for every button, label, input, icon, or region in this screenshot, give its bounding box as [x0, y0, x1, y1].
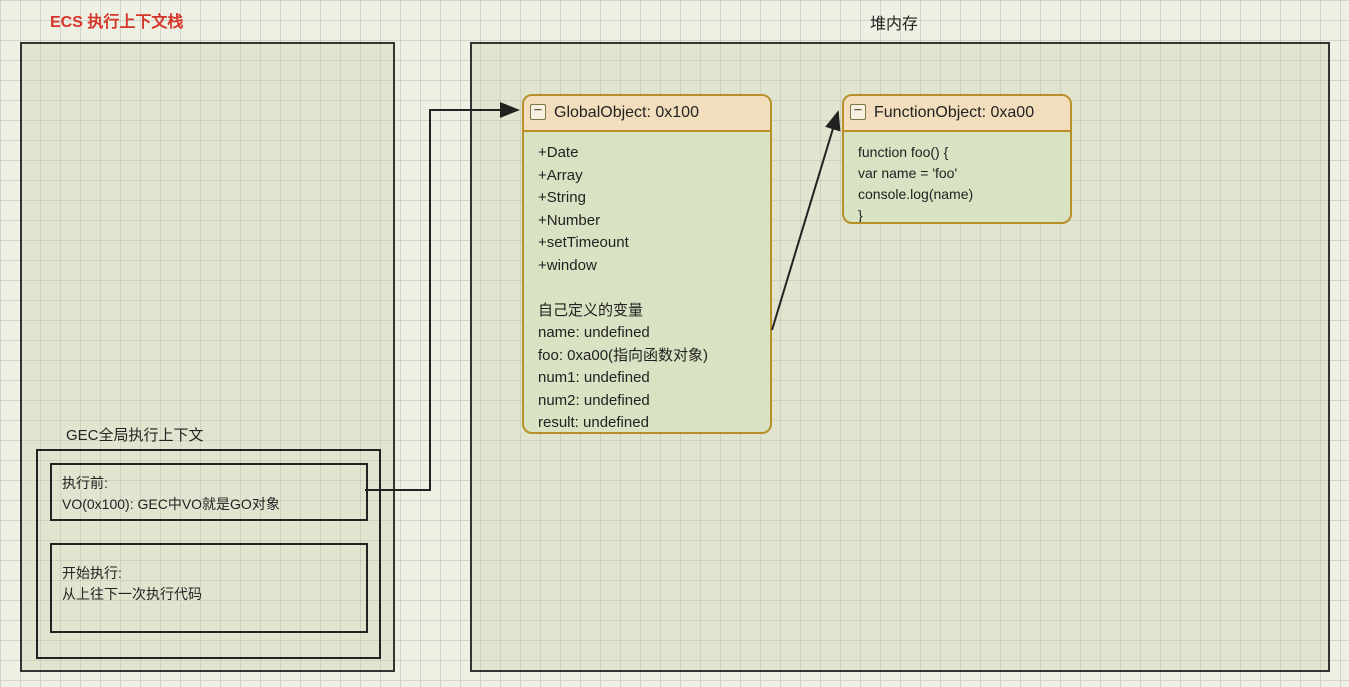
gec-box: 执行前: VO(0x100): GEC中VO就是GO对象 开始执行: 从上往下一…	[36, 449, 381, 659]
global-object-title: GlobalObject: 0x100	[554, 104, 699, 121]
gec-start-line2: 从上往下一次执行代码	[62, 584, 356, 605]
function-object-box: − FunctionObject: 0xa00 function foo() {…	[842, 94, 1072, 224]
gec-start-cell: 开始执行: 从上往下一次执行代码	[50, 543, 368, 633]
global-object-box: − GlobalObject: 0x100 +Date +Array +Stri…	[522, 94, 772, 434]
heap-box: − GlobalObject: 0x100 +Date +Array +Stri…	[470, 42, 1330, 672]
gec-label: GEC全局执行上下文	[66, 424, 204, 445]
gec-start-line1: 开始执行:	[62, 563, 356, 584]
gec-before-line2: VO(0x100): GEC中VO就是GO对象	[62, 494, 356, 515]
collapse-icon[interactable]: −	[530, 104, 546, 120]
global-object-body: +Date +Array +String +Number +setTimeoun…	[524, 132, 770, 434]
ecs-stack-box: GEC全局执行上下文 执行前: VO(0x100): GEC中VO就是GO对象 …	[20, 42, 395, 672]
heap-title: 堆内存	[870, 10, 918, 34]
global-object-header: − GlobalObject: 0x100	[524, 96, 770, 132]
gec-before-cell: 执行前: VO(0x100): GEC中VO就是GO对象	[50, 463, 368, 521]
gec-before-line1: 执行前:	[62, 473, 356, 494]
collapse-icon[interactable]: −	[850, 104, 866, 120]
function-object-title: FunctionObject: 0xa00	[874, 104, 1034, 121]
function-object-header: − FunctionObject: 0xa00	[844, 96, 1070, 132]
diagram-canvas: ECS 执行上下文栈 堆内存 GEC全局执行上下文 执行前: VO(0x100)…	[0, 0, 1349, 687]
function-object-body: function foo() { var name = 'foo' consol…	[844, 132, 1070, 224]
ecs-title: ECS 执行上下文栈	[50, 8, 183, 32]
